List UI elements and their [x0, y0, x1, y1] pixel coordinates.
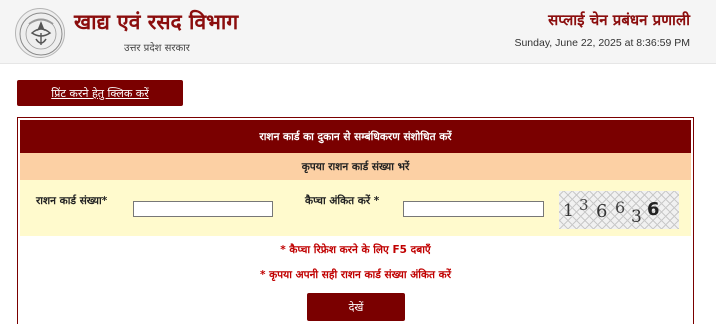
correct-number-note: * कृपया अपनी सही राशन कार्ड संख्या अंकित…	[259, 269, 452, 281]
department-title: खाद्य एवं रसद विभाग	[74, 10, 239, 34]
captcha-digit: 3	[579, 196, 589, 214]
captcha-refresh-note: * कैप्चा रिफ्रेश करने के लिए F5 दबाएँ	[280, 244, 431, 256]
form-subheading-bar: कृपया राशन कार्ड संख्या भरें	[20, 153, 691, 180]
captcha-input[interactable]	[403, 201, 544, 217]
datetime: Sunday, June 22, 2025 at 8:36:59 PM	[514, 37, 690, 49]
form-panel: राशन कार्ड का दुकान से सम्बंधिकरण संशोधि…	[17, 117, 694, 324]
header: खाद्य एवं रसद विभाग उत्तर प्रदेश सरकार स…	[0, 0, 716, 64]
system-title: सप्लाई चेन प्रबंधन प्रणाली	[548, 11, 690, 29]
print-button-label: प्रिंट करने हेतु क्लिक करें	[51, 86, 149, 100]
captcha-digit: 6	[596, 201, 607, 222]
form-heading-bar: राशन कार्ड का दुकान से सम्बंधिकरण संशोधि…	[20, 120, 691, 153]
government-name: उत्तर प्रदेश सरकार	[124, 43, 190, 54]
form-heading: राशन कार्ड का दुकान से सम्बंधिकरण संशोधि…	[259, 130, 452, 143]
print-button[interactable]: प्रिंट करने हेतु क्लिक करें	[17, 80, 183, 106]
captcha-digit: 1	[563, 201, 574, 221]
form-subheading: कृपया राशन कार्ड संख्या भरें	[301, 160, 410, 173]
ration-card-input[interactable]	[133, 201, 273, 217]
captcha-label: कैप्चा अंकित करें *	[305, 195, 380, 207]
captcha-digit: 3	[631, 207, 642, 227]
captcha-digit: 6	[615, 198, 625, 217]
ration-card-label: राशन कार्ड संख्या*	[36, 195, 108, 207]
up-govt-emblem-icon	[15, 8, 65, 58]
captcha-digit: 6	[647, 199, 660, 220]
page: खाद्य एवं रसद विभाग उत्तर प्रदेश सरकार स…	[0, 0, 716, 324]
form-input-row: राशन कार्ड संख्या* कैप्चा अंकित करें * 1…	[20, 180, 691, 236]
view-button[interactable]: देखें	[307, 293, 405, 321]
view-button-label: देखें	[348, 300, 364, 314]
captcha-image: 1 3 6 6 3 6	[559, 191, 679, 229]
